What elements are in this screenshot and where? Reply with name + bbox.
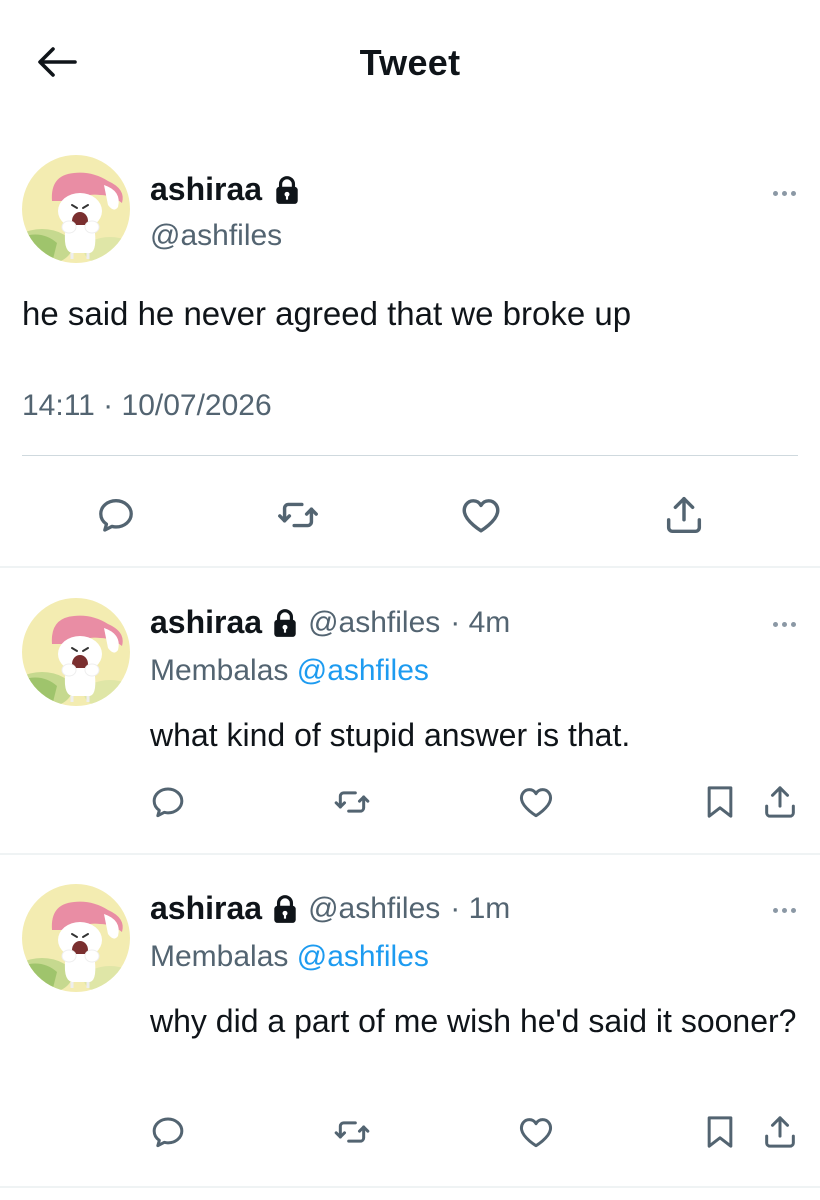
replying-label: Membalas [150,654,289,687]
share-icon [760,1112,800,1152]
author-row: ashiraa @ashfiles · 4m [150,604,510,641]
page-title: Tweet [359,42,461,83]
avatar[interactable] [22,598,130,706]
author-row: ashiraa @ashfiles · 1m [150,890,510,927]
divider [22,455,798,456]
reply-tweet: ashiraa @ashfiles · 4m Membalas @ashfile… [0,598,820,853]
share-button[interactable] [758,1110,802,1154]
bookmark-icon [700,782,740,822]
replying-label: Membalas [150,940,289,973]
replying-to: Membalas @ashfiles [150,654,429,688]
tweet-text: why did a part of me wish he'd said it s… [150,1003,797,1039]
like-button[interactable] [514,1110,558,1154]
handle[interactable]: @ashfiles [308,606,440,640]
author-row: ashiraa [150,171,300,208]
display-name[interactable]: ashiraa [150,604,262,641]
bookmark-button[interactable] [698,780,742,824]
share-button[interactable] [758,780,802,824]
reply-icon [94,493,138,537]
bookmark-icon [700,1112,740,1152]
lock-icon [272,608,298,638]
reply-button[interactable] [146,1110,190,1154]
avatar[interactable] [22,884,130,992]
reply-button[interactable] [146,780,190,824]
display-name[interactable]: ashiraa [150,890,262,927]
retweet-icon [275,492,321,538]
reply-button[interactable] [92,491,140,539]
lock-icon [274,175,300,205]
like-icon [516,782,556,822]
more-options-icon[interactable] [764,898,804,922]
bookmark-button[interactable] [698,1110,742,1154]
avatar[interactable] [22,155,130,263]
divider [0,853,820,855]
reply-icon [148,1112,188,1152]
tweet-timestamp: 14:11 · 10/07/2026 [22,389,272,422]
like-button[interactable] [457,491,505,539]
share-icon [661,492,707,538]
more-options-icon[interactable] [764,181,804,205]
handle[interactable]: @ashfiles [308,892,440,926]
like-button[interactable] [514,780,558,824]
divider [0,566,820,568]
retweet-button[interactable] [330,780,374,824]
tweet-text: what kind of stupid answer is that. [150,717,631,753]
like-icon [516,1112,556,1152]
main-tweet: ashiraa @ashfiles he said he never agree… [0,125,820,567]
share-icon [760,782,800,822]
share-button[interactable] [660,491,708,539]
retweet-button[interactable] [330,1110,374,1154]
retweet-icon [332,1112,372,1152]
top-bar: Tweet [0,0,820,125]
replying-to-link[interactable]: @ashfiles [297,940,429,973]
retweet-icon [332,782,372,822]
more-options-icon[interactable] [764,612,804,636]
reply-tweet: ashiraa @ashfiles · 1m Membalas @ashfile… [0,884,820,1184]
retweet-button[interactable] [274,491,322,539]
tweet-text: he said he never agreed that we broke up [22,295,632,332]
divider [0,1186,820,1188]
reply-icon [148,782,188,822]
replying-to-link[interactable]: @ashfiles [297,654,429,687]
like-icon [458,492,504,538]
relative-time: · 4m [450,605,511,639]
replying-to: Membalas @ashfiles [150,940,429,974]
lock-icon [272,894,298,924]
handle[interactable]: @ashfiles [150,219,282,253]
display-name[interactable]: ashiraa [150,171,262,208]
relative-time: · 1m [450,891,511,925]
